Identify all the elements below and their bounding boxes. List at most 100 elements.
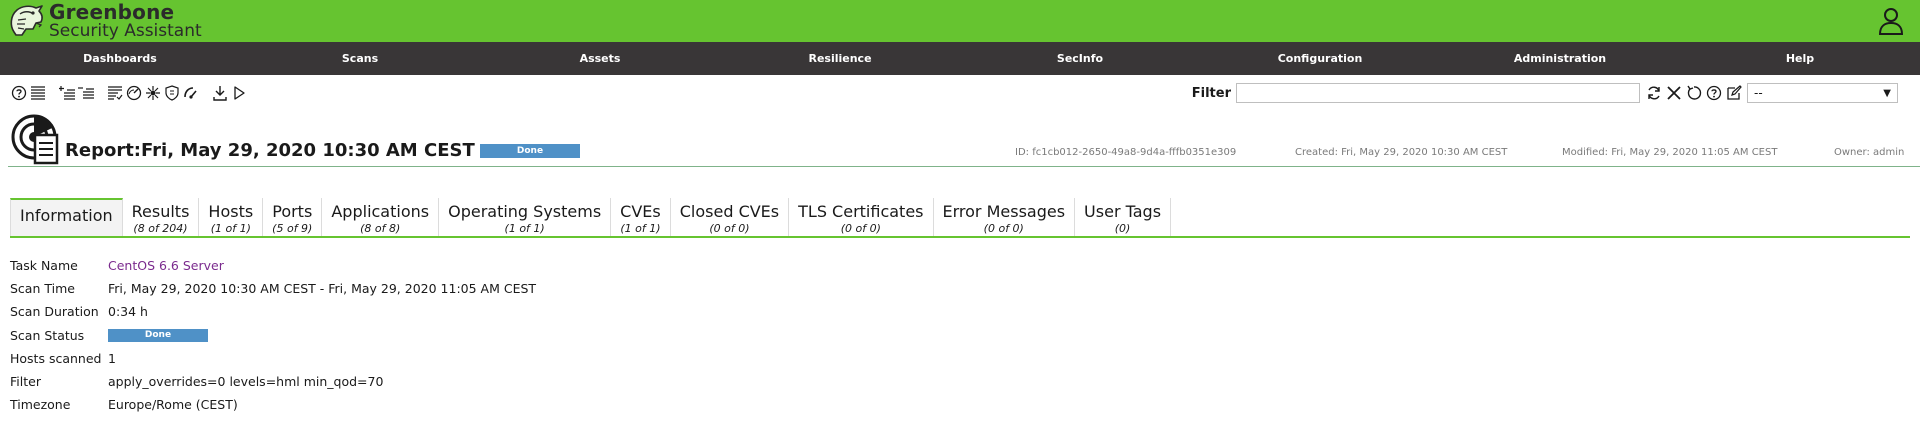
- nav-assets[interactable]: Assets: [480, 42, 720, 75]
- tab-count: (0 of 0): [983, 222, 1024, 235]
- info-row: Scan Status Done: [10, 324, 536, 347]
- delete-icon[interactable]: [1665, 85, 1682, 102]
- filter-select-value: --: [1754, 86, 1763, 100]
- tab-count: (1 of 1): [620, 222, 661, 235]
- filter-input[interactable]: [1236, 83, 1640, 103]
- performance-icon[interactable]: [125, 85, 142, 102]
- tab-label: TLS Certificates: [798, 202, 924, 221]
- report-id: ID: fc1cb012-2650-49a8-9d4a-fffb0351e309: [1015, 147, 1237, 158]
- report-toolbar: [0, 85, 247, 102]
- tab-label: Hosts: [208, 202, 254, 221]
- help-icon[interactable]: [10, 85, 27, 102]
- info-row: Scan Time Fri, May 29, 2020 10:30 AM CES…: [10, 277, 536, 300]
- tab-cves[interactable]: CVEs (1 of 1): [611, 198, 671, 237]
- info-key: Scan Status: [10, 327, 85, 343]
- info-key: Task Name: [10, 258, 78, 274]
- toolbar-row: Filter -- ▼: [0, 75, 1920, 111]
- powerfilter: Filter -- ▼: [1192, 83, 1898, 103]
- tab-label: CVEs: [620, 202, 661, 221]
- chevron-down-icon: ▼: [1883, 87, 1891, 99]
- info-row: Task Name CentOS 6.6 Server: [10, 254, 536, 277]
- report-owner: Owner: admin: [1834, 147, 1905, 158]
- main-nav: Dashboards Scans Assets Resilience SecIn…: [0, 42, 1920, 75]
- tab-closed-cves[interactable]: Closed CVEs (0 of 0): [670, 198, 790, 237]
- tab-information[interactable]: Information: [10, 198, 123, 237]
- header-divider: [8, 166, 1920, 167]
- remove-from-results-icon[interactable]: [77, 85, 94, 102]
- tab-label: Closed CVEs: [679, 202, 780, 221]
- tab-label: Operating Systems: [448, 202, 602, 221]
- report-information: Task Name CentOS 6.6 Server Scan Time Fr…: [10, 254, 536, 416]
- tab-label: User Tags: [1084, 202, 1162, 221]
- tab-count: (8 of 204): [133, 222, 188, 235]
- info-row: Hosts scanned 1: [10, 347, 536, 370]
- tab-ports[interactable]: Ports (5 of 9): [263, 198, 323, 237]
- edit-icon[interactable]: [1725, 85, 1742, 102]
- nav-help[interactable]: Help: [1680, 42, 1920, 75]
- tab-user-tags[interactable]: User Tags (0): [1075, 198, 1172, 237]
- tab-label: Information: [20, 206, 113, 225]
- tab-error-messages[interactable]: Error Messages (0 of 0): [933, 198, 1076, 237]
- refresh-icon[interactable]: [1645, 85, 1662, 102]
- nav-secinfo[interactable]: SecInfo: [960, 42, 1200, 75]
- nav-administration[interactable]: Administration: [1440, 42, 1680, 75]
- dashboard-gauge-icon[interactable]: [182, 85, 199, 102]
- filter-value: apply_overrides=0 levels=hml min_qod=70: [108, 374, 384, 390]
- report-tabs: Information Results (8 of 204) Hosts (1 …: [10, 198, 1172, 237]
- tab-count: (5 of 9): [272, 222, 313, 235]
- report-tls-icon[interactable]: [163, 85, 180, 102]
- reset-icon[interactable]: [1685, 85, 1702, 102]
- report-icon: [11, 114, 59, 165]
- nav-dashboards[interactable]: Dashboards: [0, 42, 240, 75]
- tab-count: (1 of 1): [504, 222, 545, 235]
- info-row: Filter apply_overrides=0 levels=hml min_…: [10, 370, 536, 393]
- tab-results[interactable]: Results (8 of 204): [122, 198, 200, 237]
- status-badge: Done: [480, 144, 580, 158]
- report-modified: Modified: Fri, May 29, 2020 11:05 AM CES…: [1562, 147, 1778, 158]
- list-icon[interactable]: [29, 85, 46, 102]
- greenbone-dragon-icon: [10, 5, 43, 36]
- user-menu-icon[interactable]: [1878, 7, 1904, 35]
- page-title: Report:Fri, May 29, 2020 10:30 AM CEST: [65, 140, 475, 161]
- tab-label: Results: [131, 202, 190, 221]
- add-to-results-icon[interactable]: [58, 85, 75, 102]
- top-header: Greenbone Security Assistant: [0, 0, 1920, 42]
- task-name-link[interactable]: CentOS 6.6 Server: [108, 258, 224, 273]
- tab-count: (8 of 8): [360, 222, 401, 235]
- tab-label: Ports: [272, 202, 313, 221]
- report-header: Report:Fri, May 29, 2020 10:30 AM CEST D…: [0, 111, 1920, 167]
- logo-title: Greenbone: [49, 0, 175, 24]
- tabs-divider: [10, 236, 1910, 238]
- nav-configuration[interactable]: Configuration: [1200, 42, 1440, 75]
- hosts-scanned-value: 1: [108, 350, 116, 366]
- scan-status-badge: Done: [108, 328, 208, 342]
- list-results-icon[interactable]: [106, 85, 123, 102]
- nav-scans[interactable]: Scans: [240, 42, 480, 75]
- info-key: Scan Time: [10, 281, 75, 297]
- report-created: Created: Fri, May 29, 2020 10:30 AM CEST: [1295, 147, 1508, 158]
- tab-count: (0): [1114, 222, 1131, 235]
- tab-tls-certificates[interactable]: TLS Certificates (0 of 0): [789, 198, 934, 237]
- info-row: Timezone Europe/Rome (CEST): [10, 393, 536, 416]
- filter-select[interactable]: -- ▼: [1747, 83, 1898, 103]
- tab-operating-systems[interactable]: Operating Systems (1 of 1): [439, 198, 612, 237]
- logo-subtitle: Security Assistant: [49, 21, 202, 41]
- info-key: Hosts scanned: [10, 350, 102, 366]
- tab-hosts[interactable]: Hosts (1 of 1): [199, 198, 264, 237]
- app-logo[interactable]: Greenbone Security Assistant: [0, 0, 202, 42]
- download-icon[interactable]: [211, 85, 228, 102]
- timezone-value: Europe/Rome (CEST): [108, 397, 238, 413]
- nav-resilience[interactable]: Resilience: [720, 42, 960, 75]
- tab-count: (0 of 0): [840, 222, 881, 235]
- tab-label: Error Messages: [942, 202, 1066, 221]
- info-key: Filter: [10, 374, 41, 390]
- tab-count: (1 of 1): [210, 222, 251, 235]
- help-icon[interactable]: [1705, 85, 1722, 102]
- scan-duration-value: 0:34 h: [108, 304, 148, 320]
- tab-applications[interactable]: Applications (8 of 8): [322, 198, 440, 237]
- filter-label: Filter: [1191, 85, 1231, 101]
- info-key: Timezone: [10, 397, 71, 413]
- trigger-icon[interactable]: [230, 85, 247, 102]
- vulnerability-icon[interactable]: [144, 85, 161, 102]
- tab-count: (0 of 0): [709, 222, 750, 235]
